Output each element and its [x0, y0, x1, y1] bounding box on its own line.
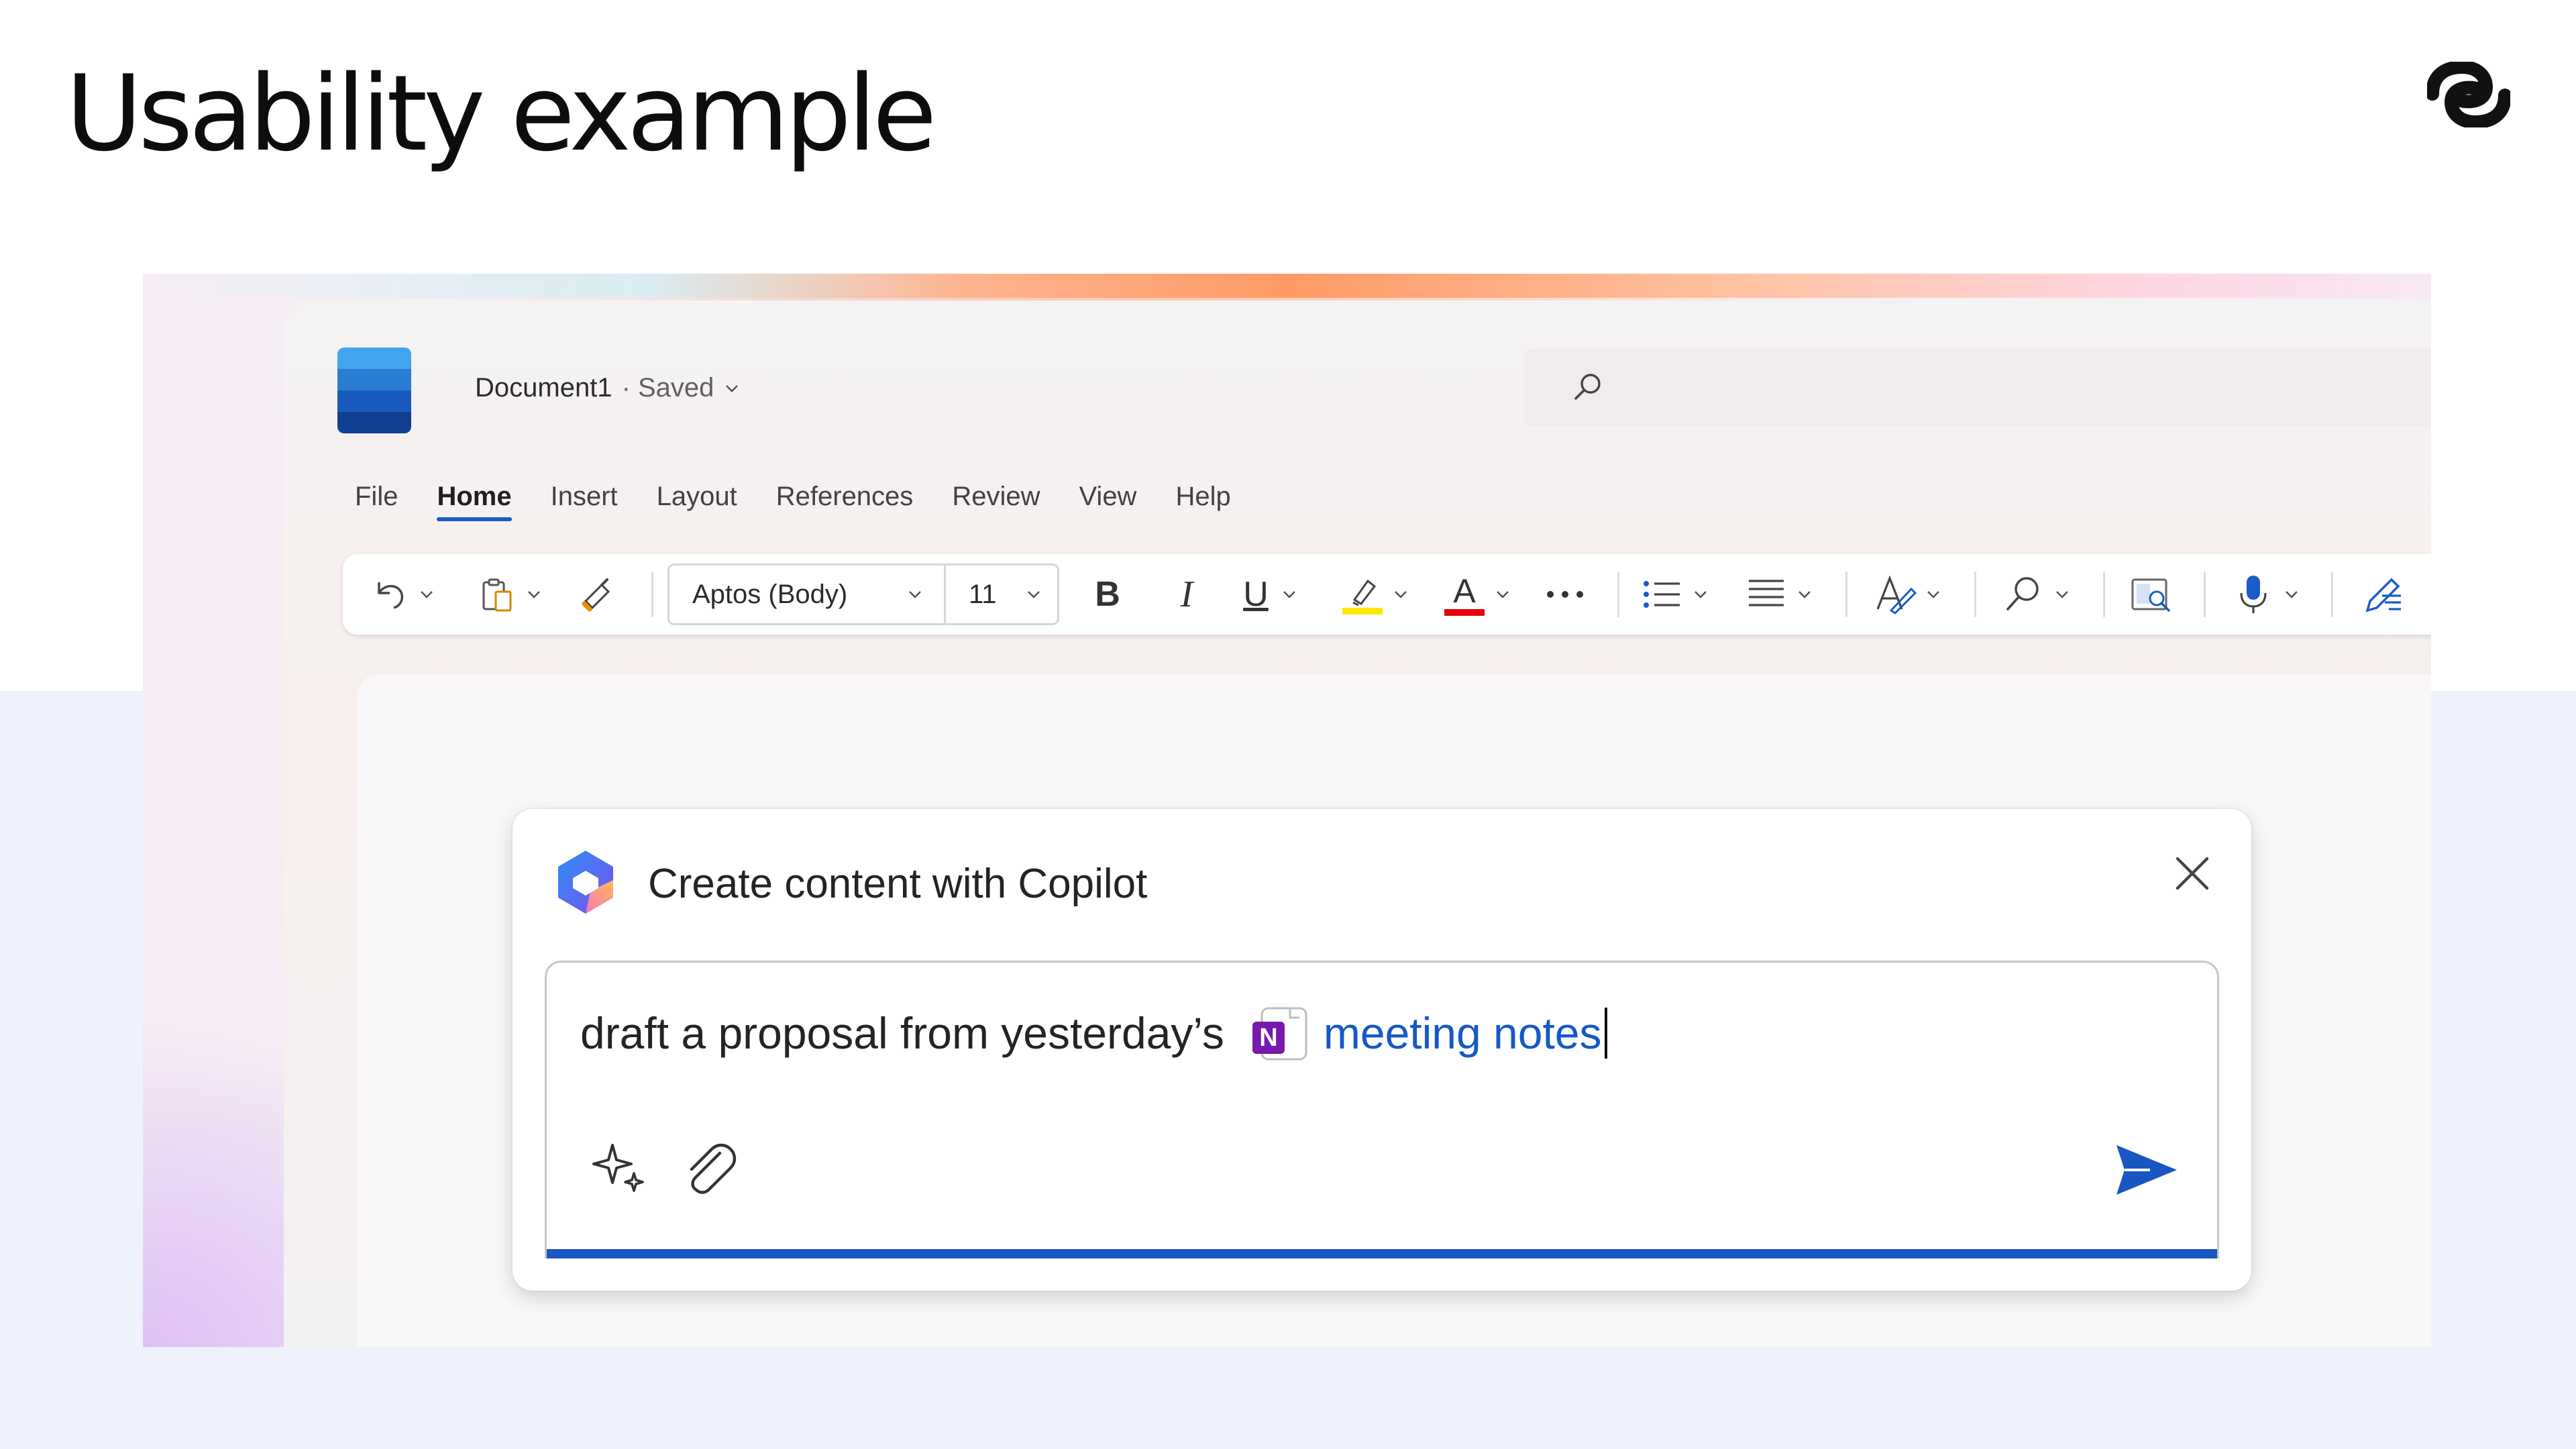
- chevron-down-icon: [909, 591, 921, 598]
- toolbar-divider: [2204, 572, 2206, 617]
- search-icon: [1574, 374, 1601, 400]
- chevron-down-icon: [1395, 591, 1407, 598]
- font-name-value: Aptos (Body): [692, 579, 848, 609]
- toolbar-divider: [2103, 572, 2105, 617]
- find-button[interactable]: [2002, 568, 2071, 621]
- chevron-down-icon: [1028, 591, 1040, 598]
- ribbon-toolbar: Aptos (Body) 11 B I U A: [343, 554, 2431, 635]
- styles-icon: [1876, 575, 1917, 614]
- toolbar-divider: [1617, 572, 1619, 617]
- chevron-down-icon: [1695, 591, 1707, 598]
- highlighter-icon: [1342, 579, 1383, 614]
- font-selector: Aptos (Body) 11: [667, 564, 1059, 625]
- bullet-list-icon: [1644, 581, 1680, 608]
- save-status: · Saved: [621, 373, 714, 402]
- sparkle-prompts-icon[interactable]: [590, 1138, 650, 1199]
- find-icon: [2006, 577, 2039, 610]
- italic-button[interactable]: I: [1167, 568, 1207, 621]
- undo-icon: [378, 582, 404, 609]
- editor-button[interactable]: [2130, 568, 2173, 621]
- format-painter-icon: [582, 578, 610, 612]
- dictate-button[interactable]: [2232, 568, 2300, 621]
- prompt-content: draft a proposal from yesterday’s N meet…: [580, 1003, 1607, 1063]
- clipboard-icon: [482, 578, 512, 612]
- tab-view[interactable]: View: [1079, 482, 1136, 521]
- search-input[interactable]: [1523, 349, 2431, 427]
- font-color-button[interactable]: A: [1443, 568, 1511, 621]
- brand-logo-icon: [2427, 62, 2510, 127]
- onenote-icon: N: [1252, 1007, 1307, 1061]
- toolbar-divider: [651, 572, 653, 617]
- underline-label: U: [1243, 575, 1269, 614]
- onenote-letter: N: [1259, 1024, 1277, 1052]
- document-search-icon: [2131, 578, 2170, 612]
- chevron-down-icon: [421, 591, 433, 598]
- accent-stripe: [143, 274, 2431, 298]
- paste-button[interactable]: [477, 568, 543, 621]
- chevron-down-icon: [726, 384, 739, 392]
- more-options-button[interactable]: [1544, 568, 1587, 621]
- bold-button[interactable]: B: [1087, 568, 1128, 621]
- tab-layout[interactable]: Layout: [657, 482, 737, 521]
- styles-button[interactable]: [1874, 568, 1942, 621]
- send-icon[interactable]: [2112, 1140, 2180, 1200]
- tab-file[interactable]: File: [355, 482, 398, 521]
- align-button[interactable]: [1745, 568, 1813, 621]
- font-color-icon: A: [1443, 572, 1486, 616]
- word-app-icon: [337, 347, 411, 433]
- toolbar-divider: [2331, 572, 2333, 617]
- highlight-button[interactable]: [1341, 568, 1409, 621]
- align-text-icon: [1749, 580, 1784, 606]
- meeting-notes-reference[interactable]: meeting notes: [1324, 1008, 1602, 1059]
- chevron-down-icon: [1497, 591, 1509, 598]
- bold-label: B: [1095, 575, 1120, 614]
- font-size-value: 11: [969, 579, 997, 609]
- copilot-title: Create content with Copilot: [648, 861, 1148, 907]
- close-icon[interactable]: [2168, 849, 2216, 898]
- copilot-dialog: Create content with Copilot draft a prop…: [513, 809, 2251, 1291]
- tab-review[interactable]: Review: [952, 482, 1040, 521]
- tab-insert[interactable]: Insert: [551, 482, 618, 521]
- attach-icon[interactable]: [678, 1138, 739, 1199]
- copilot-prompt-input[interactable]: draft a proposal from yesterday’s N meet…: [545, 961, 2219, 1258]
- bullets-button[interactable]: [1641, 568, 1709, 621]
- pen-lines-icon: [2365, 578, 2401, 612]
- tab-home[interactable]: Home: [437, 482, 512, 521]
- font-color-label: A: [1453, 572, 1476, 610]
- ribbon-tabs: File Home Insert Layout References Revie…: [355, 482, 1231, 521]
- toolbar-divider: [1845, 572, 1847, 617]
- font-name-dropdown[interactable]: Aptos (Body): [669, 566, 946, 623]
- slide-title: Usability example: [66, 52, 937, 174]
- chevron-down-icon: [1283, 591, 1295, 598]
- designer-button[interactable]: [2362, 568, 2405, 621]
- chevron-down-icon: [2286, 591, 2298, 598]
- copilot-logo-icon: [558, 851, 613, 914]
- chevron-down-icon: [2056, 591, 2068, 598]
- prompt-text: draft a proposal from yesterday’s: [580, 1008, 1224, 1058]
- text-cursor: [1604, 1008, 1607, 1059]
- undo-button[interactable]: [370, 568, 435, 621]
- font-size-dropdown[interactable]: 11: [946, 566, 1057, 623]
- font-color-swatch: [1444, 609, 1485, 616]
- microphone-icon: [2240, 576, 2267, 613]
- toolbar-divider: [1974, 572, 1976, 617]
- document-title[interactable]: Document1 · Saved: [475, 373, 741, 403]
- tab-references[interactable]: References: [776, 482, 914, 521]
- chevron-down-icon: [1927, 591, 1939, 598]
- chevron-down-icon: [528, 591, 540, 598]
- document-name: Document1: [475, 373, 612, 402]
- tab-help[interactable]: Help: [1175, 482, 1230, 521]
- more-icon: [1547, 591, 1583, 598]
- italic-label: I: [1180, 574, 1193, 615]
- format-painter-button[interactable]: [578, 568, 618, 621]
- underline-button[interactable]: U: [1239, 568, 1298, 621]
- chevron-down-icon: [1799, 591, 1811, 598]
